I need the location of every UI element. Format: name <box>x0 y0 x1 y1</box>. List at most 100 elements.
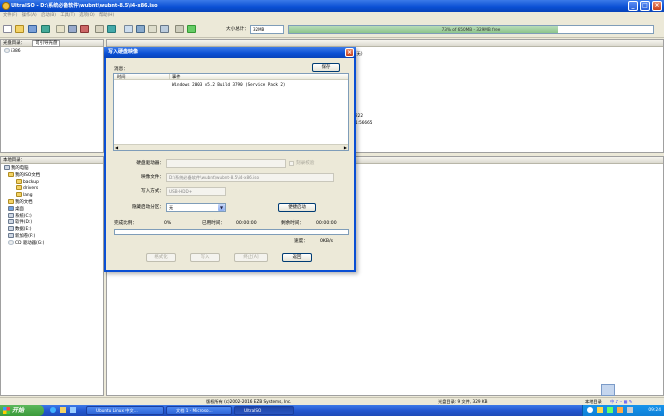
disk-drive-select[interactable] <box>166 159 286 168</box>
drive-icon <box>8 212 14 218</box>
drive-icon <box>8 219 14 225</box>
folder-icon <box>8 198 14 204</box>
format-button[interactable]: 格式化 <box>146 253 176 262</box>
tree-item-my-documents[interactable]: 我的文档 <box>4 198 100 206</box>
verify-checkbox[interactable] <box>289 161 294 166</box>
folder-icon <box>16 185 22 191</box>
menu-bar: 文件(F) 操作(A) 启动(B) 工具(T) 选项(O) 帮助(H) <box>0 12 664 20</box>
local-tree-pane: 本地目录： 我的电脑 我的ISO文档 backup drivers lang 我… <box>0 156 104 396</box>
extract-icon[interactable] <box>56 25 65 33</box>
dialog-titlebar: 写入硬盘映像 × <box>104 47 356 58</box>
properties-icon[interactable] <box>107 25 116 33</box>
tray-app-icon[interactable] <box>627 407 633 413</box>
tree-item-drive-c[interactable]: 系统(C:) <box>4 212 100 220</box>
taskbar: 开始 Ubuntu Linux 中文… 文档 1 - Microso… Ultr… <box>0 405 664 416</box>
size-total-value: 32MB <box>250 25 284 34</box>
tree-item-drive-f[interactable]: 新加卷(F:) <box>4 232 100 240</box>
close-button[interactable]: × <box>652 1 662 11</box>
stop-button[interactable]: 终止[A] <box>234 253 268 262</box>
drive-icon <box>8 226 14 232</box>
menu-tools[interactable]: 工具(T) <box>60 13 75 18</box>
menu-actions[interactable]: 操作(A) <box>22 13 37 18</box>
menu-bootable[interactable]: 启动(B) <box>41 13 56 18</box>
image-file-field[interactable]: D:\系统必备软件\wubnt\wubnt-8.5\i4-x86.iso <box>166 173 334 182</box>
remaining-label: 剩余时间： <box>281 221 304 226</box>
message-log-list: 时间 事件 Windows 2003 v5.2 Build 3790 (Serv… <box>113 73 349 151</box>
folder-icon <box>16 192 22 198</box>
saveas-icon[interactable] <box>41 25 50 33</box>
chevron-down-icon[interactable]: ▼ <box>218 204 225 211</box>
dialog-close-button[interactable]: × <box>345 48 354 57</box>
scroll-right-icon[interactable]: ▶ <box>344 145 347 150</box>
tree-item-desktop[interactable]: 桌面 <box>4 205 100 213</box>
window-title: UltraISO - D:\系统必备软件\wubnt\wubnt-8.5\i4-… <box>11 3 158 9</box>
open-icon[interactable] <box>15 25 24 33</box>
new-folder-icon[interactable] <box>95 25 104 33</box>
task-ultraiso[interactable]: UltraISO <box>234 406 294 415</box>
complete-value: 0% <box>164 221 172 226</box>
disk-drive-label: 硬盘驱动器： <box>136 161 164 166</box>
task-ubuntu[interactable]: Ubuntu Linux 中文… <box>86 406 164 415</box>
back-button[interactable]: 返回 <box>282 253 312 262</box>
speed-label: 速度： <box>294 239 308 244</box>
write-button[interactable]: 写入 <box>190 253 220 262</box>
tree-item-drive-g[interactable]: CD 驱动器(G:) <box>4 239 100 247</box>
language-bar-icon[interactable] <box>601 384 615 396</box>
tree-item-my-computer[interactable]: 我的电脑 <box>4 165 100 172</box>
tree-item-my-iso-docs[interactable]: 我的ISO文档 <box>4 171 100 179</box>
disc-files-header <box>107 40 663 47</box>
tray-network-icon[interactable] <box>587 407 593 413</box>
capacity-bar: 73% of 650MB - 329MB free <box>288 25 654 34</box>
minimize-button[interactable]: _ <box>628 1 638 11</box>
write-method-label: 写入方式： <box>141 189 164 194</box>
folder-quicklaunch-icon[interactable] <box>60 407 66 413</box>
ie-quicklaunch-icon[interactable] <box>50 407 56 413</box>
computer-icon <box>4 165 10 170</box>
desktop-quicklaunch-icon[interactable] <box>70 407 76 413</box>
tray-volume-icon[interactable] <box>597 407 603 413</box>
scroll-left-icon[interactable]: ◀ <box>115 145 118 150</box>
burn-icon[interactable] <box>136 25 145 33</box>
menu-help[interactable]: 帮助(H) <box>99 13 114 18</box>
tree-item-drive-e[interactable]: 数据(E:) <box>4 226 100 233</box>
hide-boot-select[interactable]: 无 <box>166 203 226 212</box>
tray-ime-icon[interactable] <box>617 407 623 413</box>
add-files-icon[interactable] <box>68 25 77 33</box>
save-icon[interactable] <box>28 25 37 33</box>
start-button[interactable]: 开始 <box>0 405 44 416</box>
tree-item-drivers[interactable]: drivers <box>4 185 100 192</box>
cd-icon <box>4 48 10 53</box>
capacity-text: 73% of 650MB - 329MB free <box>441 27 501 32</box>
tray-security-icon[interactable] <box>607 407 613 413</box>
maximize-button[interactable]: □ <box>640 1 650 11</box>
save-log-button[interactable]: 保存 <box>312 63 340 72</box>
delete-icon[interactable] <box>80 25 89 33</box>
compress-icon[interactable] <box>148 25 157 33</box>
cd-drive-icon <box>8 239 14 245</box>
info-icon[interactable] <box>175 25 184 33</box>
tree-item-drive-d[interactable]: 软件(D:) <box>4 219 100 226</box>
size-total-label: 大小总计： <box>226 27 249 32</box>
tree-item-backup[interactable]: backup <box>4 178 100 186</box>
new-icon[interactable] <box>3 25 12 33</box>
dialog-title: 写入硬盘映像 <box>108 49 139 55</box>
exit-icon[interactable] <box>187 25 196 33</box>
task-word[interactable]: 文档 1 - Microso… <box>166 406 232 415</box>
tray-clock: 09:24 <box>648 408 661 413</box>
menu-options[interactable]: 选项(O) <box>79 13 94 18</box>
log-scrollbar[interactable]: ◀ ▶ <box>114 144 348 150</box>
tree-item-i386[interactable]: i386 <box>4 48 100 55</box>
desktop-icon <box>8 205 14 211</box>
virtual-drive-icon[interactable] <box>160 25 169 33</box>
toolbar: 大小总计： 32MB 73% of 650MB - 329MB free <box>0 20 664 38</box>
log-col-time: 时间 <box>117 74 126 79</box>
menu-file[interactable]: 文件(F) <box>3 13 17 18</box>
mount-icon[interactable] <box>124 25 133 33</box>
elapsed-label: 已用时间： <box>202 221 225 226</box>
write-method-select[interactable]: USB-HDD+ <box>166 187 226 196</box>
write-progress-bar <box>114 229 349 235</box>
quick-boot-button[interactable]: 便捷启动 <box>278 203 316 212</box>
write-disk-image-dialog: 写入硬盘映像 × 保存 消息： 时间 事件 Windows 2003 v5.2 … <box>104 47 356 272</box>
log-col-event: 事件 <box>169 74 180 80</box>
tree-item-lang[interactable]: lang <box>4 192 100 199</box>
